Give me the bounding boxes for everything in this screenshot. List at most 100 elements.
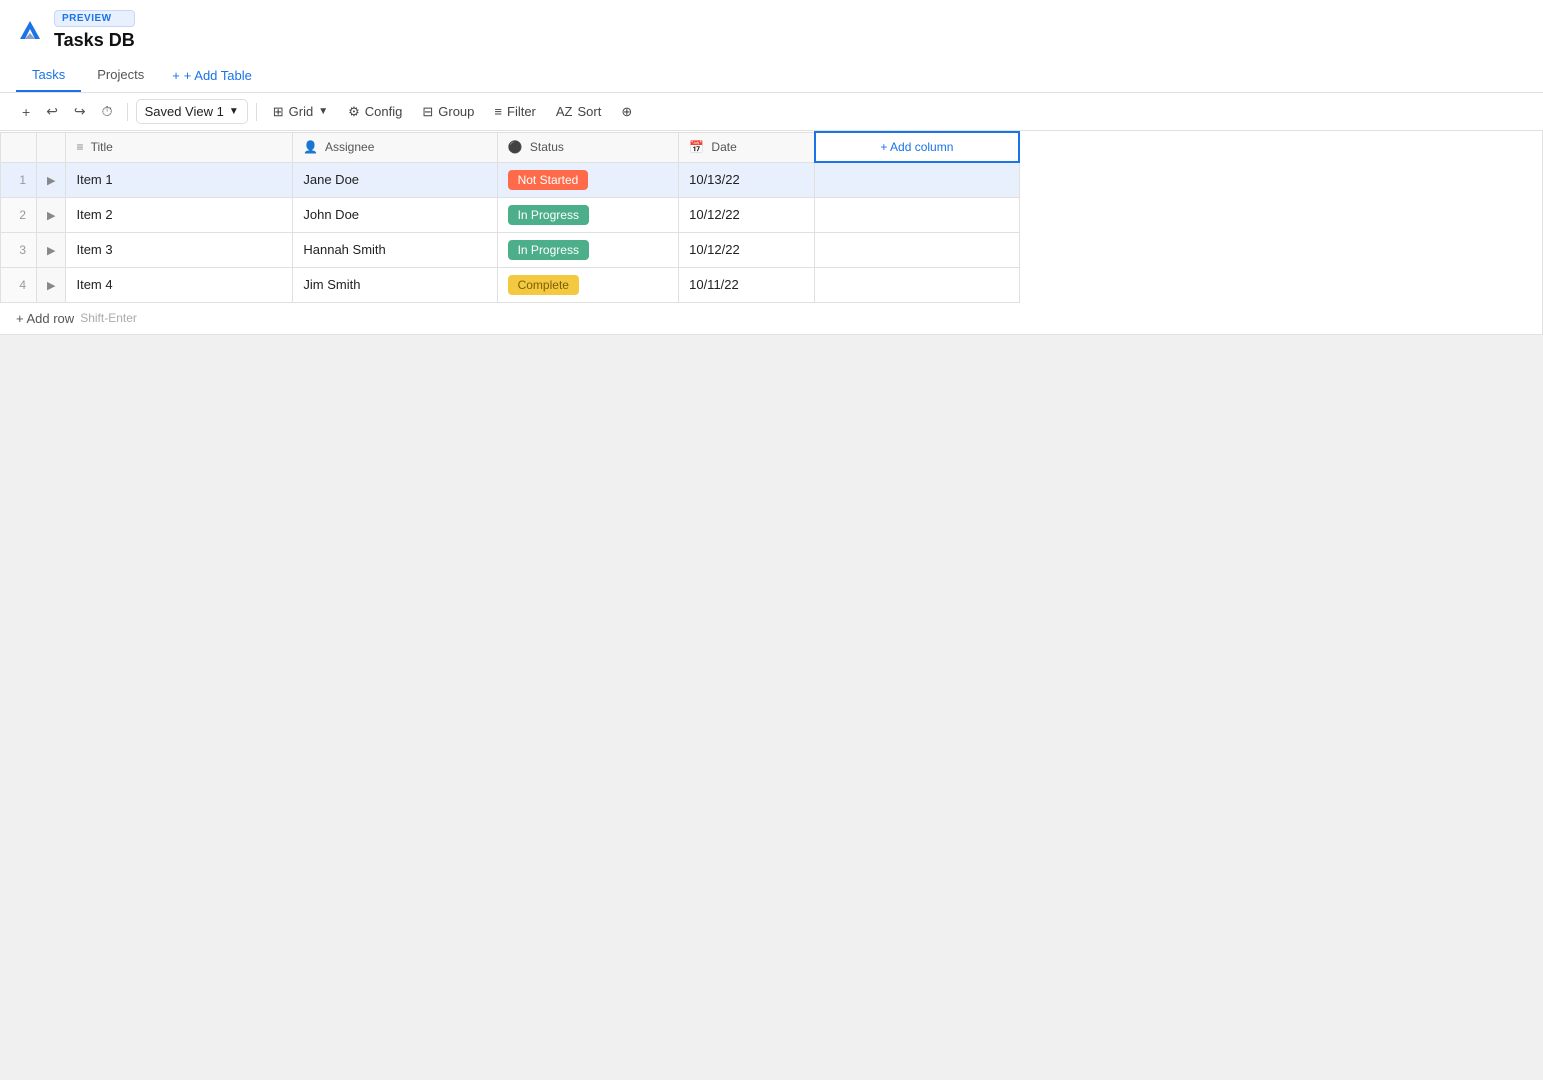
col-header-assignee[interactable]: 👤 Assignee <box>293 132 497 162</box>
history-icon: ⏱ <box>102 103 113 120</box>
col-assignee-label: Assignee <box>325 140 374 154</box>
add-column-label: + Add column <box>880 140 953 154</box>
app-logo <box>16 17 44 45</box>
col-header-status[interactable]: ⚫ Status <box>497 132 679 162</box>
expand-icon: ▶ <box>47 280 55 292</box>
sort-label: Sort <box>578 104 602 119</box>
add-col-cell <box>815 162 1019 197</box>
row-number: 2 <box>1 197 37 232</box>
main-content: ≡ Title 👤 Assignee ⚫ Status 📅 <box>0 131 1543 335</box>
title-cell[interactable]: Item 1 <box>66 162 293 197</box>
preview-badge: PREVIEW <box>54 10 135 27</box>
app-container: PREVIEW Tasks DB Tasks Projects + + Add … <box>0 0 1543 1080</box>
sort-icon: AZ <box>556 104 573 119</box>
expand-cell[interactable]: ▶ <box>37 232 66 267</box>
title-cell[interactable]: Item 2 <box>66 197 293 232</box>
add-col-cell <box>815 267 1019 302</box>
assignee-cell[interactable]: John Doe <box>293 197 497 232</box>
date-col-icon: 📅 <box>689 140 704 154</box>
grid-label: Grid <box>289 104 314 119</box>
tab-tasks[interactable]: Tasks <box>16 59 81 92</box>
table-row[interactable]: 4 ▶ Item 4 Jim Smith Complete 10/11/22 <box>1 267 1020 302</box>
app-title-row: PREVIEW Tasks DB <box>16 10 1527 51</box>
table-row[interactable]: 1 ▶ Item 1 Jane Doe Not Started 10/13/22 <box>1 162 1020 197</box>
nav-tabs: Tasks Projects + + Add Table <box>16 59 1527 92</box>
data-table: ≡ Title 👤 Assignee ⚫ Status 📅 <box>0 131 1020 303</box>
undo-icon: ↩ <box>46 103 58 120</box>
status-cell[interactable]: Complete <box>497 267 679 302</box>
top-header: PREVIEW Tasks DB Tasks Projects + + Add … <box>0 0 1543 93</box>
row-num-header <box>1 132 37 162</box>
add-row-hint: Shift-Enter <box>80 311 137 325</box>
toolbar-separator <box>127 103 128 121</box>
status-badge[interactable]: Not Started <box>508 170 589 190</box>
group-label: Group <box>438 104 474 119</box>
row-number: 1 <box>1 162 37 197</box>
add-col-cell <box>815 197 1019 232</box>
expand-cell[interactable]: ▶ <box>37 197 66 232</box>
filter-label: Filter <box>507 104 536 119</box>
grid-chevron-icon: ▼ <box>318 106 328 117</box>
more-options-button[interactable]: ⊕ <box>613 100 640 124</box>
date-cell[interactable]: 10/12/22 <box>679 197 815 232</box>
group-icon: ⊟ <box>422 104 433 120</box>
row-number: 4 <box>1 267 37 302</box>
status-cell[interactable]: In Progress <box>497 197 679 232</box>
plus-icon: + <box>172 68 180 83</box>
undo-button[interactable]: ↩ <box>40 99 64 124</box>
table-row[interactable]: 3 ▶ Item 3 Hannah Smith In Progress 10/1… <box>1 232 1020 267</box>
table-container: ≡ Title 👤 Assignee ⚫ Status 📅 <box>0 131 1543 335</box>
col-status-label: Status <box>530 140 564 154</box>
col-header-date[interactable]: 📅 Date <box>679 132 815 162</box>
saved-view-label: Saved View 1 <box>145 104 224 119</box>
date-cell[interactable]: 10/12/22 <box>679 232 815 267</box>
assignee-cell[interactable]: Jim Smith <box>293 267 497 302</box>
add-column-button[interactable]: + Add column <box>815 132 1019 162</box>
app-title: Tasks DB <box>54 30 135 51</box>
assignee-cell[interactable]: Hannah Smith <box>293 232 497 267</box>
title-cell[interactable]: Item 4 <box>66 267 293 302</box>
group-button[interactable]: ⊟ Group <box>414 100 482 124</box>
assignee-col-icon: 👤 <box>303 140 318 154</box>
sort-button[interactable]: AZ Sort <box>548 100 609 123</box>
col-header-title[interactable]: ≡ Title <box>66 132 293 162</box>
redo-button[interactable]: ↪ <box>68 99 92 124</box>
table-row[interactable]: 2 ▶ Item 2 John Doe In Progress 10/12/22 <box>1 197 1020 232</box>
config-label: Config <box>365 104 403 119</box>
toolbar: + ↩ ↪ ⏱ Saved View 1 ▼ ⊞ Grid ▼ ⚙ Config… <box>0 93 1543 131</box>
title-col-icon: ≡ <box>76 140 83 154</box>
grid-button[interactable]: ⊞ Grid ▼ <box>265 100 336 124</box>
assignee-cell[interactable]: Jane Doe <box>293 162 497 197</box>
title-badge-col: PREVIEW Tasks DB <box>54 10 135 51</box>
status-cell[interactable]: In Progress <box>497 232 679 267</box>
add-icon: + <box>22 104 30 120</box>
title-cell[interactable]: Item 3 <box>66 232 293 267</box>
status-badge[interactable]: In Progress <box>508 205 589 225</box>
table-header-row: ≡ Title 👤 Assignee ⚫ Status 📅 <box>1 132 1020 162</box>
expand-cell[interactable]: ▶ <box>37 267 66 302</box>
filter-button[interactable]: ≡ Filter <box>486 100 543 123</box>
date-cell[interactable]: 10/13/22 <box>679 162 815 197</box>
add-row-button[interactable]: + Add row Shift-Enter <box>0 303 1542 334</box>
col-date-label: Date <box>711 140 736 154</box>
status-badge[interactable]: In Progress <box>508 240 589 260</box>
expand-icon: ▶ <box>47 210 55 222</box>
status-badge[interactable]: Complete <box>508 275 579 295</box>
expand-icon: ▶ <box>47 245 55 257</box>
tab-projects[interactable]: Projects <box>81 59 160 92</box>
date-cell[interactable]: 10/11/22 <box>679 267 815 302</box>
add-table-button[interactable]: + + Add Table <box>160 60 264 91</box>
row-number: 3 <box>1 232 37 267</box>
add-row-label: + Add row <box>16 311 74 326</box>
add-table-label: + Add Table <box>184 68 252 83</box>
grid-icon: ⊞ <box>273 104 284 120</box>
config-button[interactable]: ⚙ Config <box>340 100 410 124</box>
expand-cell[interactable]: ▶ <box>37 162 66 197</box>
saved-view-dropdown[interactable]: Saved View 1 ▼ <box>136 99 248 124</box>
config-icon: ⚙ <box>348 104 360 120</box>
add-icon-button[interactable]: + <box>16 100 36 124</box>
status-cell[interactable]: Not Started <box>497 162 679 197</box>
expand-col-header <box>37 132 66 162</box>
history-button[interactable]: ⏱ <box>96 99 119 124</box>
filter-icon: ≡ <box>494 104 502 119</box>
